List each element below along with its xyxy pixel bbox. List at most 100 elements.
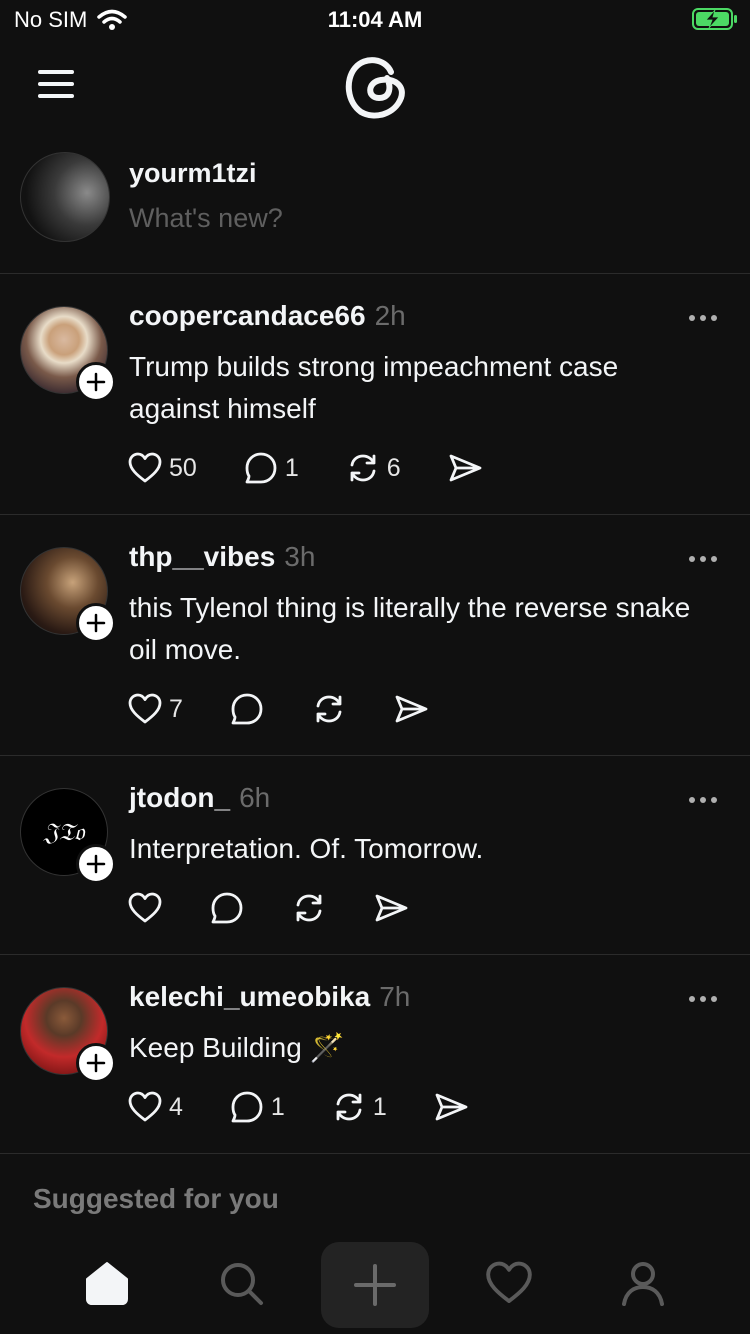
share-button[interactable] bbox=[447, 450, 483, 486]
post-username[interactable]: kelechi_umeobika bbox=[129, 981, 370, 1013]
plus-icon bbox=[86, 372, 106, 392]
heart-icon bbox=[128, 452, 162, 483]
menu-button[interactable] bbox=[34, 66, 78, 102]
avatar-container bbox=[20, 306, 116, 402]
post-text: this Tylenol thing is literally the reve… bbox=[129, 592, 691, 665]
post-username[interactable]: coopercandace66 bbox=[129, 300, 366, 332]
reply-count: 1 bbox=[284, 453, 299, 482]
nav-home[interactable] bbox=[72, 1248, 142, 1318]
clock: 11:04 AM bbox=[327, 7, 423, 32]
repost-icon bbox=[350, 454, 376, 482]
more-options-icon[interactable] bbox=[688, 989, 718, 1009]
repost-button[interactable]: 6 bbox=[345, 450, 401, 486]
profile-icon bbox=[622, 1262, 664, 1306]
plus-icon bbox=[354, 1264, 396, 1306]
like-button[interactable]: 7 bbox=[127, 691, 183, 727]
post-actions bbox=[127, 890, 455, 926]
nav-search[interactable] bbox=[206, 1248, 276, 1318]
repost-icon bbox=[316, 695, 342, 723]
follow-button[interactable] bbox=[76, 603, 116, 643]
post-header: coopercandace66 2h bbox=[129, 300, 406, 332]
follow-button[interactable] bbox=[76, 362, 116, 402]
follow-button[interactable] bbox=[76, 1043, 116, 1083]
avatar-container bbox=[20, 987, 116, 1083]
more-options-icon[interactable] bbox=[688, 308, 718, 328]
like-button[interactable]: 4 bbox=[127, 1089, 183, 1125]
post-text: Interpretation. Of. Tomorrow. bbox=[129, 833, 484, 864]
avatar-container bbox=[20, 547, 116, 643]
new-post-composer[interactable]: yourm1tzi What's new? bbox=[0, 148, 750, 274]
repost-button[interactable]: 1 bbox=[331, 1089, 387, 1125]
nav-create-button[interactable] bbox=[321, 1242, 429, 1328]
avatar-container: 𝔍𝔗𝔬 bbox=[20, 788, 116, 884]
send-icon bbox=[435, 1093, 468, 1121]
post-timestamp: 3h bbox=[284, 541, 316, 572]
post-timestamp: 2h bbox=[374, 300, 406, 331]
send-icon bbox=[449, 454, 482, 482]
comment-icon bbox=[231, 693, 263, 725]
send-icon bbox=[375, 894, 408, 922]
post-timestamp: 6h bbox=[239, 782, 271, 813]
battery-charging-icon bbox=[692, 8, 737, 30]
comment-icon bbox=[245, 452, 277, 484]
repost-icon bbox=[336, 1093, 362, 1121]
heart-icon bbox=[128, 892, 162, 923]
post-actions: 7 bbox=[127, 691, 475, 727]
reply-button[interactable]: 1 bbox=[243, 450, 299, 486]
like-count: 50 bbox=[169, 453, 197, 482]
reply-button[interactable]: 1 bbox=[229, 1089, 285, 1125]
repost-button[interactable] bbox=[291, 890, 327, 926]
share-button[interactable] bbox=[373, 890, 409, 926]
heart-icon bbox=[128, 1091, 162, 1122]
plus-icon bbox=[86, 613, 106, 633]
like-button[interactable] bbox=[127, 890, 163, 926]
search-icon bbox=[221, 1263, 263, 1305]
bottom-nav bbox=[0, 1236, 750, 1334]
share-button[interactable] bbox=[433, 1089, 469, 1125]
like-button[interactable]: 50 bbox=[127, 450, 197, 486]
reply-count: 1 bbox=[270, 1092, 285, 1121]
heart-icon bbox=[128, 693, 162, 724]
suggested-heading: Suggested for you bbox=[33, 1183, 279, 1214]
post-header: thp__vibes 3h bbox=[129, 541, 315, 573]
post-item[interactable]: 𝔍𝔗𝔬 jtodon_ 6h Interpretation. Of. Tomor… bbox=[0, 756, 750, 955]
share-button[interactable] bbox=[393, 691, 429, 727]
plus-icon bbox=[86, 1053, 106, 1073]
avatar[interactable] bbox=[20, 152, 110, 242]
repost-count: 6 bbox=[386, 453, 401, 482]
more-options-icon[interactable] bbox=[688, 790, 718, 810]
reply-button[interactable] bbox=[229, 691, 265, 727]
more-options-icon[interactable] bbox=[688, 549, 718, 569]
composer-username: yourm1tzi bbox=[129, 158, 257, 188]
status-bar: No SIM 11:04 AM bbox=[0, 0, 750, 40]
repost-icon bbox=[296, 894, 322, 922]
post-actions: 4 1 1 bbox=[127, 1089, 515, 1125]
post-username[interactable]: thp__vibes bbox=[129, 541, 275, 573]
heart-icon bbox=[486, 1261, 532, 1303]
comment-icon bbox=[231, 1091, 263, 1123]
follow-button[interactable] bbox=[76, 844, 116, 884]
post-text: Trump builds strong impeachment case aga… bbox=[129, 351, 619, 424]
post-item[interactable]: thp__vibes 3h this Tylenol thing is lite… bbox=[0, 515, 750, 756]
plus-icon bbox=[86, 854, 106, 874]
like-count: 7 bbox=[169, 694, 183, 723]
reply-button[interactable] bbox=[209, 890, 245, 926]
post-header: kelechi_umeobika 7h bbox=[129, 981, 410, 1013]
post-text: Keep Building 🪄 bbox=[129, 1032, 345, 1063]
repost-button[interactable] bbox=[311, 691, 347, 727]
threads-logo-icon[interactable] bbox=[341, 50, 409, 122]
post-item[interactable]: kelechi_umeobika 7h Keep Building 🪄 4 1 … bbox=[0, 955, 750, 1154]
home-icon bbox=[86, 1262, 128, 1305]
post-timestamp: 7h bbox=[379, 981, 411, 1012]
new-post-input[interactable]: What's new? bbox=[129, 203, 283, 234]
like-count: 4 bbox=[169, 1092, 183, 1121]
nav-activity[interactable] bbox=[474, 1248, 544, 1318]
post-username[interactable]: jtodon_ bbox=[129, 782, 230, 814]
post-item[interactable]: coopercandace66 2h Trump builds strong i… bbox=[0, 274, 750, 515]
avatar-logo-text: 𝔍𝔗𝔬 bbox=[43, 818, 85, 846]
nav-profile[interactable] bbox=[608, 1248, 678, 1318]
comment-icon bbox=[211, 892, 243, 924]
repost-count: 1 bbox=[372, 1092, 387, 1121]
post-header: jtodon_ 6h bbox=[129, 782, 270, 814]
send-icon bbox=[395, 695, 428, 723]
